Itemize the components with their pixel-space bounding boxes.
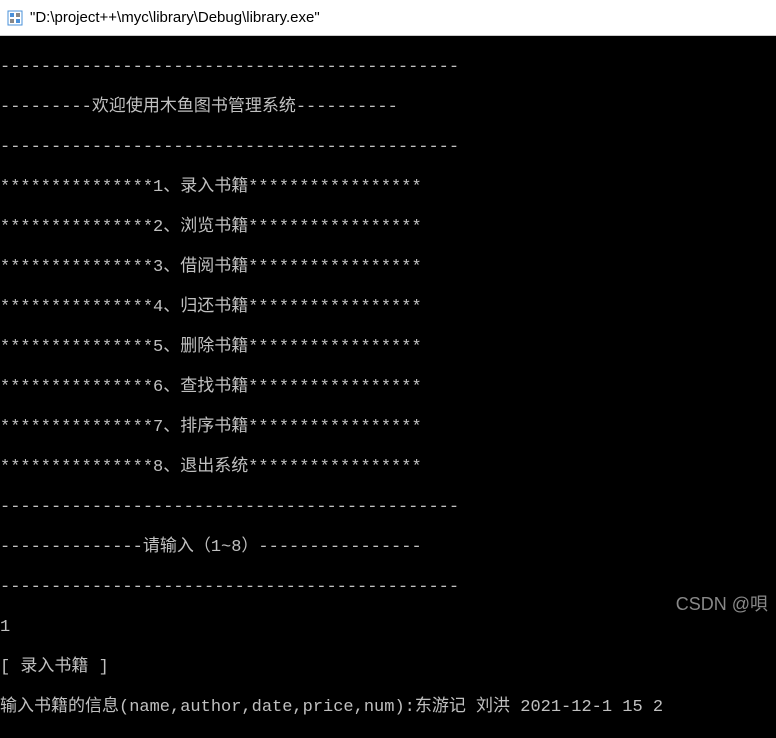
window-icon bbox=[6, 9, 24, 27]
console-line: ----------------------------------------… bbox=[0, 578, 776, 598]
console-line: ***************3、借阅书籍***************** bbox=[0, 258, 776, 278]
console-line: ---------欢迎使用木鱼图书管理系统---------- bbox=[0, 98, 776, 118]
console-line: ***************5、删除书籍***************** bbox=[0, 338, 776, 358]
console-line: 输入书籍的信息(name,author,date,price,num):东游记 … bbox=[0, 698, 776, 718]
window-title-bar: "D:\project++\myc\library\Debug\library.… bbox=[0, 0, 776, 36]
console-line: 1 bbox=[0, 618, 776, 638]
console-line: --------------请输入（1~8）---------------- bbox=[0, 538, 776, 558]
console-line: ***************7、排序书籍***************** bbox=[0, 418, 776, 438]
console-line: ***************6、查找书籍***************** bbox=[0, 378, 776, 398]
console-line: ***************4、归还书籍***************** bbox=[0, 298, 776, 318]
console-line: ***************2、浏览书籍***************** bbox=[0, 218, 776, 238]
console-line: ***************1、录入书籍***************** bbox=[0, 178, 776, 198]
console-line: ----------------------------------------… bbox=[0, 58, 776, 78]
console-line: ----------------------------------------… bbox=[0, 498, 776, 518]
console-output[interactable]: ----------------------------------------… bbox=[0, 36, 776, 738]
console-line: ***************8、退出系统***************** bbox=[0, 458, 776, 478]
window-title: "D:\project++\myc\library\Debug\library.… bbox=[30, 9, 320, 26]
console-line: ----------------------------------------… bbox=[0, 138, 776, 158]
watermark: CSDN @唄 bbox=[676, 590, 768, 616]
console-line: [ 录入书籍 ] bbox=[0, 658, 776, 678]
